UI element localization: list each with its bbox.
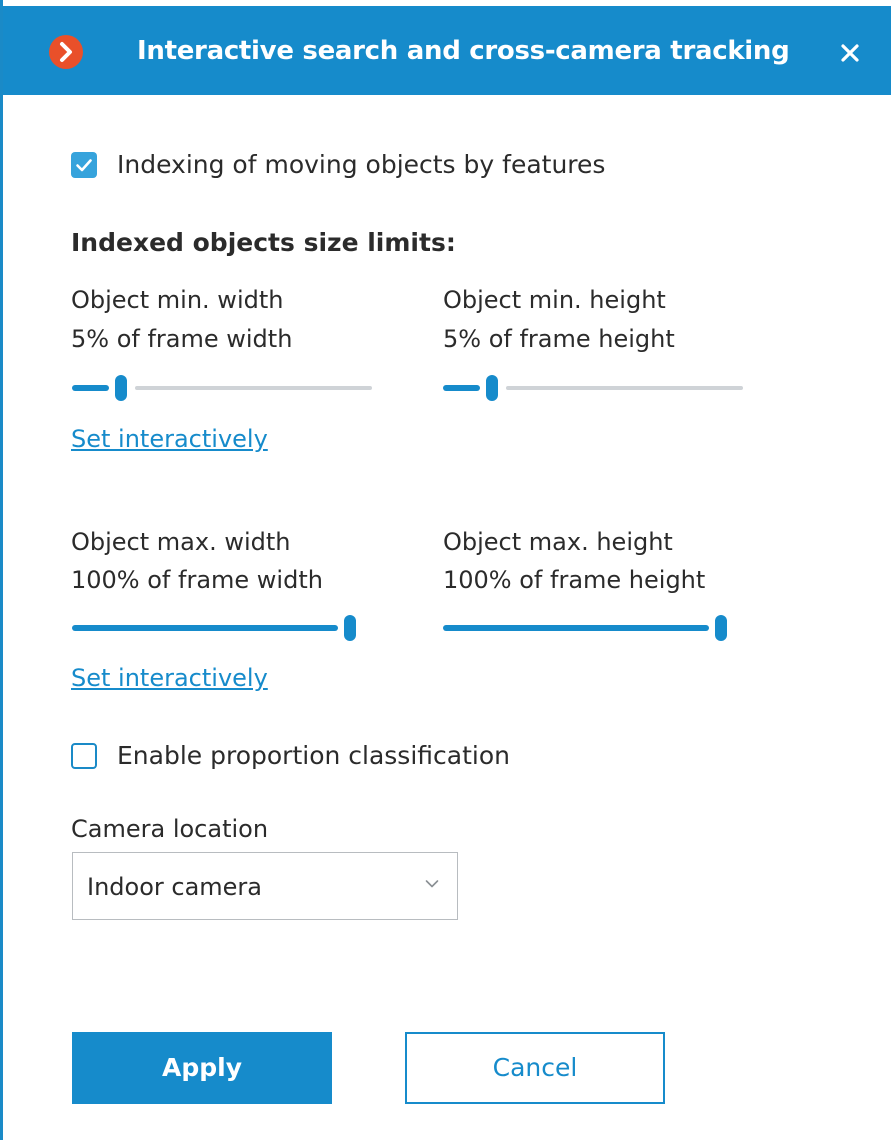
- min-height-value: 5% of frame height: [443, 325, 675, 353]
- size-limits-heading: Indexed objects size limits:: [71, 228, 456, 257]
- slider-thumb[interactable]: [114, 375, 127, 401]
- slider-thumb[interactable]: [715, 615, 727, 641]
- max-height-label: Object max. height: [443, 528, 673, 556]
- indexing-label: Indexing of moving objects by features: [117, 150, 606, 179]
- slider-fill: [72, 385, 109, 391]
- max-width-slider[interactable]: [72, 613, 372, 643]
- slider-thumb[interactable]: [485, 375, 498, 401]
- apply-button[interactable]: Apply: [72, 1032, 332, 1104]
- camera-location-label: Camera location: [71, 815, 269, 843]
- slider-fill: [72, 625, 338, 631]
- max-width-label: Object max. width: [71, 528, 291, 556]
- slider-track: [134, 386, 372, 390]
- proportion-checkbox-row[interactable]: Enable proportion classification: [71, 741, 510, 770]
- settings-dialog: Interactive search and cross-camera trac…: [0, 0, 891, 1140]
- checkmark-icon: [76, 158, 92, 171]
- cancel-button[interactable]: Cancel: [405, 1032, 665, 1104]
- title-bar: Interactive search and cross-camera trac…: [3, 6, 891, 95]
- indexing-checkbox-row[interactable]: Indexing of moving objects by features: [71, 150, 605, 179]
- slider-thumb[interactable]: [344, 615, 356, 641]
- max-height-slider[interactable]: [443, 613, 743, 643]
- set-interactively-min-link[interactable]: Set interactively: [71, 425, 268, 453]
- min-height-label: Object min. height: [443, 286, 666, 314]
- close-icon[interactable]: [835, 38, 865, 68]
- min-width-value: 5% of frame width: [71, 325, 293, 353]
- slider-track: [505, 386, 743, 390]
- proportion-label: Enable proportion classification: [117, 741, 510, 770]
- chevron-right-logo-icon: [49, 35, 83, 69]
- camera-location-value: Indoor camera: [87, 873, 263, 901]
- min-height-slider[interactable]: [443, 373, 743, 403]
- chevron-down-icon: [425, 880, 439, 888]
- max-width-value: 100% of frame width: [71, 566, 323, 594]
- slider-fill: [443, 625, 709, 631]
- proportion-checkbox[interactable]: [71, 742, 97, 769]
- max-height-value: 100% of frame height: [443, 566, 706, 594]
- slider-fill: [443, 385, 480, 391]
- min-width-slider[interactable]: [72, 373, 372, 403]
- camera-location-select[interactable]: Indoor camera: [72, 852, 458, 920]
- indexing-checkbox[interactable]: [71, 151, 97, 178]
- min-width-label: Object min. width: [71, 286, 284, 314]
- dialog-title: Interactive search and cross-camera trac…: [137, 36, 790, 66]
- set-interactively-max-link[interactable]: Set interactively: [71, 664, 268, 692]
